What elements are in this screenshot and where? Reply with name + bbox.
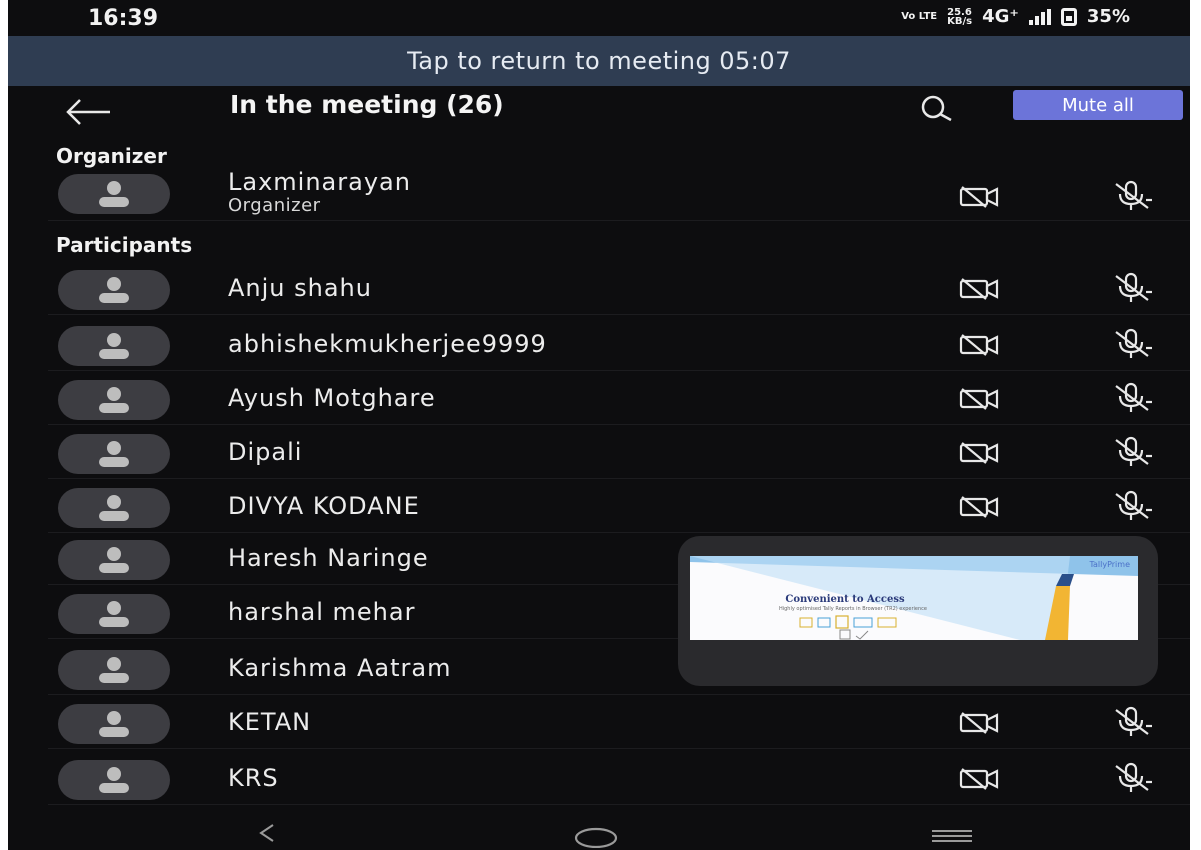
- avatar: [58, 270, 170, 310]
- signal-icon: [1028, 8, 1051, 25]
- participant-name: DIVYA KODANE: [228, 492, 420, 520]
- return-to-meeting-banner[interactable]: Tap to return to meeting 05:07: [8, 36, 1190, 86]
- participant-row[interactable]: abhishekmukherjee9999: [48, 318, 1190, 371]
- system-nav-bar: [8, 818, 1190, 850]
- status-time: 16:39: [88, 6, 159, 31]
- battery-level: 35%: [1086, 6, 1130, 27]
- header: In the meeting (26) Mute all: [8, 86, 1190, 142]
- mute-all-button[interactable]: Mute all: [1013, 90, 1183, 120]
- participant-role: Organizer: [228, 195, 321, 216]
- nav-home-icon[interactable]: [574, 826, 618, 850]
- avatar: [58, 434, 170, 474]
- participants-heading: Participants: [56, 233, 193, 257]
- return-banner-text: Tap to return to meeting: [407, 47, 712, 75]
- mic-off-icon[interactable]: [1110, 272, 1154, 308]
- participant-name: Haresh Naringe: [228, 544, 429, 572]
- avatar: [58, 760, 170, 800]
- person-icon: [99, 181, 129, 207]
- pip-presentation: TallyPrime Convenient to Access Highly o…: [690, 556, 1138, 640]
- meeting-timer: 05:07: [719, 47, 791, 75]
- avatar: [58, 488, 170, 528]
- mic-off-icon[interactable]: [1110, 328, 1154, 364]
- battery-icon: [1060, 7, 1077, 26]
- network-speed-unit: KB/s: [947, 15, 973, 27]
- camera-off-icon[interactable]: [958, 184, 1000, 214]
- avatar: [58, 704, 170, 744]
- pip-title: Convenient to Access: [785, 594, 905, 605]
- person-icon: [99, 711, 129, 737]
- avatar: [58, 650, 170, 690]
- meeting-participants-screen: 16:39 Vo LTE 25.6 KB/s 4G⁺ 35% Tap to re…: [8, 0, 1190, 850]
- network-speed: 25.6 KB/s: [947, 7, 973, 27]
- participant-row[interactable]: Ayush Motghare: [48, 372, 1190, 425]
- participant-name: Anju shahu: [228, 274, 372, 302]
- mic-off-icon[interactable]: [1110, 490, 1154, 526]
- mic-off-icon[interactable]: [1110, 382, 1154, 418]
- pip-brand: TallyPrime: [1089, 560, 1130, 569]
- camera-off-icon[interactable]: [958, 710, 1000, 740]
- participant-name: abhishekmukherjee9999: [228, 330, 547, 358]
- person-icon: [99, 767, 129, 793]
- volte-indicator: Vo LTE: [901, 11, 938, 22]
- search-icon[interactable]: [918, 92, 954, 128]
- person-icon: [99, 441, 129, 467]
- status-indicators: Vo LTE 25.6 KB/s 4G⁺ 35%: [901, 6, 1130, 27]
- person-icon: [99, 657, 129, 683]
- avatar: [58, 540, 170, 580]
- picture-in-picture-window[interactable]: TallyPrime Convenient to Access Highly o…: [678, 536, 1158, 686]
- nav-recents-icon[interactable]: [930, 828, 974, 848]
- avatar: [58, 380, 170, 420]
- person-icon: [99, 601, 129, 627]
- camera-off-icon[interactable]: [958, 494, 1000, 524]
- avatar: [58, 594, 170, 634]
- participant-name: KETAN: [228, 708, 312, 736]
- person-icon: [99, 547, 129, 573]
- participant-name: KRS: [228, 764, 279, 792]
- participant-name: Ayush Motghare: [228, 384, 436, 412]
- page-title: In the meeting (26): [230, 90, 504, 119]
- avatar: [58, 326, 170, 366]
- back-arrow-icon[interactable]: [58, 94, 118, 130]
- camera-off-icon[interactable]: [958, 766, 1000, 796]
- network-type: 4G⁺: [982, 6, 1019, 27]
- status-bar: 16:39 Vo LTE 25.6 KB/s 4G⁺ 35%: [8, 0, 1190, 36]
- participant-row[interactable]: Anju shahu: [48, 262, 1190, 315]
- avatar: [58, 174, 170, 214]
- mic-off-icon[interactable]: [1110, 180, 1154, 216]
- participant-name: Karishma Aatram: [228, 654, 452, 682]
- mic-off-icon[interactable]: [1110, 762, 1154, 798]
- nav-back-icon[interactable]: [255, 822, 279, 848]
- pip-subtitle: Highly optimised Tally Reports in Browse…: [778, 606, 927, 612]
- participant-row[interactable]: DIVYA KODANE: [48, 480, 1190, 533]
- person-icon: [99, 277, 129, 303]
- person-icon: [99, 495, 129, 521]
- organizer-row[interactable]: Laxminarayan Organizer: [48, 166, 1190, 221]
- person-icon: [99, 387, 129, 413]
- camera-off-icon[interactable]: [958, 386, 1000, 416]
- participant-row[interactable]: KRS: [48, 752, 1190, 805]
- participant-name: Dipali: [228, 438, 303, 466]
- participant-name: harshal mehar: [228, 598, 416, 626]
- participant-name: Laxminarayan: [228, 168, 411, 196]
- participant-row[interactable]: KETAN: [48, 696, 1190, 749]
- participant-row[interactable]: Dipali: [48, 426, 1190, 479]
- camera-off-icon[interactable]: [958, 332, 1000, 362]
- person-icon: [99, 333, 129, 359]
- mic-off-icon[interactable]: [1110, 706, 1154, 742]
- organizer-heading: Organizer: [56, 144, 167, 168]
- camera-off-icon[interactable]: [958, 276, 1000, 306]
- camera-off-icon[interactable]: [958, 440, 1000, 470]
- mic-off-icon[interactable]: [1110, 436, 1154, 472]
